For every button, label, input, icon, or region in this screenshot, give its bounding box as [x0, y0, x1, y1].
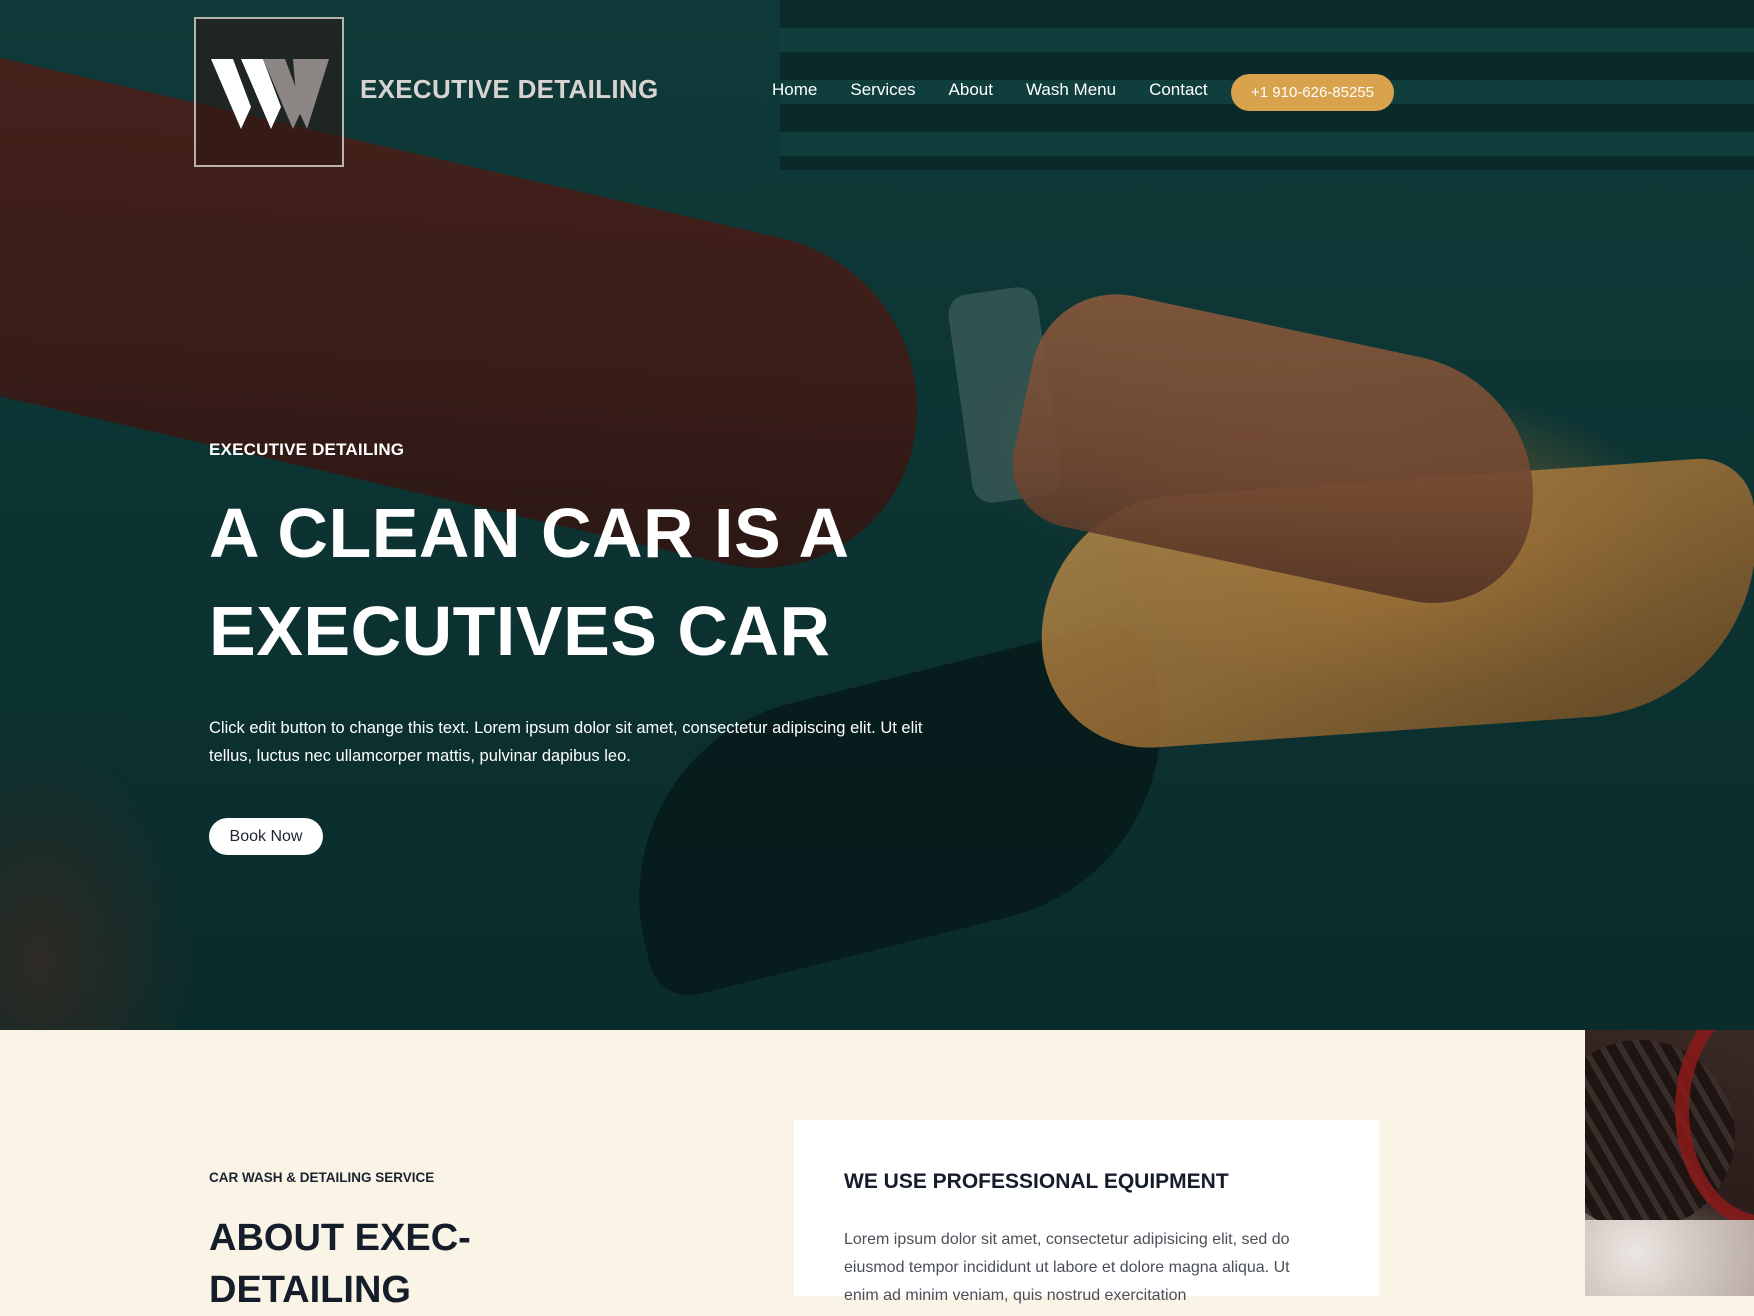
hero-description: Click edit button to change this text. L…: [209, 719, 923, 765]
hero-eyebrow: EXECUTIVE DETAILING: [209, 440, 405, 459]
phone-button[interactable]: +1 910-626-85255: [1231, 74, 1394, 111]
tire-image: [1585, 1030, 1754, 1296]
logo-w-icon: [211, 59, 329, 129]
equipment-card-title: WE USE PROFESSIONAL EQUIPMENT: [844, 1170, 1229, 1193]
nav-wash-menu[interactable]: Wash Menu: [1026, 80, 1116, 100]
main-nav: Home Services About Wash Menu Contact: [772, 80, 1241, 100]
brand-name: EXECUTIVE DETAILING: [360, 74, 659, 104]
about-title: ABOUT EXEC-DETAILING: [209, 1217, 471, 1311]
hero-headline: A CLEAN CAR IS A EXECUTIVES CAR: [209, 484, 909, 680]
equipment-card: WE USE PROFESSIONAL EQUIPMENT Lorem ipsu…: [794, 1120, 1379, 1304]
nav-about[interactable]: About: [949, 80, 993, 100]
nav-services[interactable]: Services: [850, 80, 915, 100]
nav-home[interactable]: Home: [772, 80, 817, 100]
book-now-button[interactable]: Book Now: [209, 818, 323, 855]
equipment-card-text: Lorem ipsum dolor sit amet, consectetur …: [844, 1231, 1290, 1304]
logo-link[interactable]: [194, 17, 344, 167]
about-eyebrow: CAR WASH & DETAILING SERVICE: [209, 1170, 435, 1185]
tire-foam: [1585, 1220, 1754, 1296]
hero-headline-line-1: A CLEAN CAR IS A: [209, 494, 850, 572]
nav-contact[interactable]: Contact: [1149, 80, 1208, 100]
hero-headline-line-2: EXECUTIVES CAR: [209, 592, 831, 670]
